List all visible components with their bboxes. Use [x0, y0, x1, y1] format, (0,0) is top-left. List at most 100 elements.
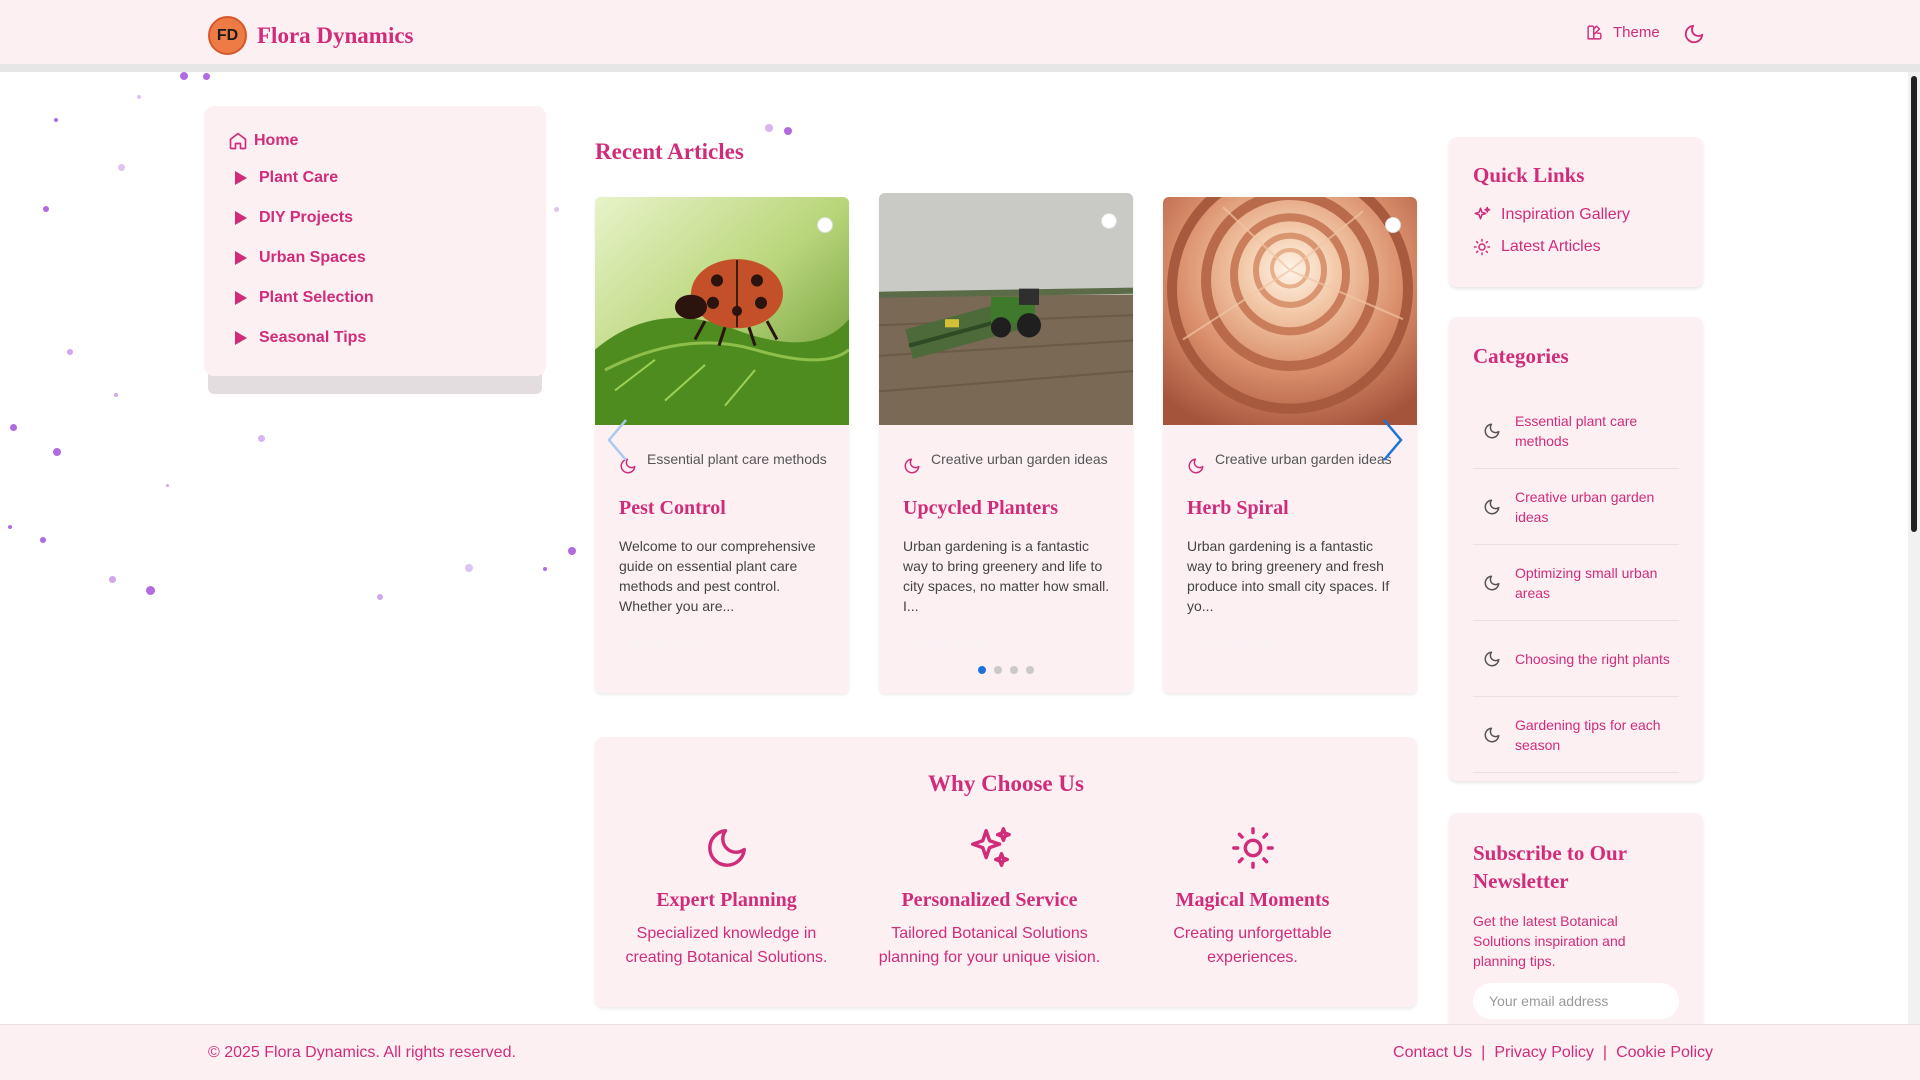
theme-button[interactable]: Theme: [1586, 24, 1660, 41]
feature-expert-planning: Expert Planning Specialized knowledge in…: [595, 825, 858, 970]
site-logo[interactable]: FD Flora Dynamics: [208, 16, 414, 55]
card-select-toggle[interactable]: [1385, 217, 1401, 233]
sparkle-dot: [543, 567, 547, 571]
read-more-button[interactable]: Read More: [619, 633, 716, 653]
moon-icon: [1484, 727, 1500, 742]
caret-right-icon: [235, 331, 247, 345]
category-item[interactable]: Essential plant care methods: [1473, 393, 1679, 469]
article-title[interactable]: Pest Control: [619, 497, 726, 520]
sparkle-dot: [258, 435, 265, 442]
articles-carousel: Essential plant care methods Pest Contro…: [595, 193, 1417, 693]
chevron-right-icon: [1383, 419, 1403, 461]
sparkle-dot: [377, 594, 383, 600]
sparkles-icon: [1474, 206, 1491, 220]
copyright-text: © 2025 Flora Dynamics. All rights reserv…: [208, 1044, 516, 1061]
sidebar-item-label: Urban Spaces: [259, 249, 366, 266]
footer-link-contact[interactable]: Contact Us: [1393, 1044, 1472, 1062]
sparkle-dot: [203, 73, 210, 80]
article-card[interactable]: Essential plant care methods Pest Contro…: [595, 197, 849, 693]
why-choose-us-section: Why Choose Us Expert Planning Specialize…: [595, 737, 1417, 1007]
feature-desc: Specialized knowledge in creating Botani…: [625, 925, 828, 966]
caret-right-icon: [235, 171, 247, 185]
category-item[interactable]: Optimizing small urban areas: [1473, 545, 1679, 621]
carousel-dot[interactable]: [978, 666, 986, 674]
read-more-button[interactable]: Read More: [1187, 633, 1284, 653]
sidebar-item-label: DIY Projects: [259, 209, 353, 226]
sidebar-item-plant-selection[interactable]: Plant Selection: [235, 278, 374, 318]
article-category-label: Creative urban garden ideas: [931, 451, 1108, 467]
sparkle-dot: [114, 393, 118, 397]
category-label: Choosing the right plants: [1515, 650, 1670, 667]
feature-title: Magical Moments: [1175, 889, 1330, 911]
card-select-toggle[interactable]: [1101, 213, 1117, 229]
article-category-label: Essential plant care methods: [647, 451, 827, 467]
feature-magical-moments: Magical Moments Creating unforgettable e…: [1121, 825, 1384, 970]
newsletter-email-input[interactable]: [1473, 983, 1679, 1019]
footer-link-privacy[interactable]: Privacy Policy: [1494, 1044, 1594, 1062]
footer-separator: |: [1602, 1044, 1608, 1061]
sparkle-dot: [118, 164, 125, 171]
footer-link-cookie[interactable]: Cookie Policy: [1616, 1044, 1713, 1062]
article-card[interactable]: Creative urban garden ideas Herb Spiral …: [1163, 197, 1417, 693]
quick-link-latest-articles[interactable]: Latest Articles: [1473, 238, 1601, 256]
moon-icon: [1484, 575, 1500, 590]
sparkle-dot: [10, 424, 17, 431]
category-item[interactable]: Gardening tips for each season: [1473, 697, 1679, 773]
newsletter-title: Subscribe to Our Newsletter: [1473, 841, 1627, 893]
site-name: Flora Dynamics: [257, 22, 414, 48]
scrollbar-thumb[interactable]: [1911, 76, 1917, 532]
sparkle-dot: [146, 586, 155, 595]
sidebar-item-home[interactable]: Home: [228, 131, 298, 151]
carousel-pagination: [978, 666, 1042, 674]
feature-personalized-service: Personalized Service Tailored Botanical …: [858, 825, 1121, 970]
sidebar-item-label: Plant Selection: [259, 289, 374, 306]
chevron-left-icon: [607, 419, 627, 461]
category-label: Optimizing small urban areas: [1515, 564, 1658, 601]
article-category-label: Creative urban garden ideas: [1215, 451, 1392, 467]
carousel-next-button[interactable]: [1382, 418, 1404, 467]
article-excerpt: Urban gardening is a fantastic way to br…: [1187, 538, 1390, 614]
carousel-dot[interactable]: [1026, 666, 1034, 674]
quick-links-card: Quick Links Inspiration Gallery Latest A…: [1449, 137, 1703, 287]
article-card[interactable]: Creative urban garden ideas Upcycled Pla…: [879, 193, 1133, 693]
category-item[interactable]: Creative urban garden ideas: [1473, 469, 1679, 545]
sidebar-item-seasonal-tips[interactable]: Seasonal Tips: [235, 318, 374, 358]
card-select-toggle[interactable]: [817, 217, 833, 233]
category-label: Gardening tips for each season: [1515, 716, 1661, 753]
feature-title: Personalized Service: [901, 889, 1078, 911]
category-item[interactable]: Choosing the right plants: [1473, 621, 1679, 697]
read-more-button[interactable]: Read More: [903, 633, 1000, 653]
sidebar-nav: Home Plant Care DIY Projects Urban Space…: [204, 106, 546, 394]
sparkle-dot: [67, 349, 73, 355]
carousel-dot[interactable]: [994, 666, 1002, 674]
page-scrollbar[interactable]: [1908, 72, 1920, 1024]
moon-icon: [707, 829, 746, 867]
quick-link-label: Latest Articles: [1501, 238, 1601, 255]
article-category: Essential plant care methods: [619, 449, 829, 475]
quick-link-inspiration-gallery[interactable]: Inspiration Gallery: [1473, 206, 1630, 224]
sidebar-item-plant-care[interactable]: Plant Care: [235, 158, 374, 198]
carousel-prev-button[interactable]: [606, 418, 628, 467]
article-excerpt: Urban gardening is a fantastic way to br…: [903, 538, 1110, 614]
sparkle-dot: [40, 537, 46, 543]
dark-mode-toggle[interactable]: [1683, 23, 1705, 50]
moon-icon: [1484, 423, 1500, 438]
article-title[interactable]: Herb Spiral: [1187, 497, 1289, 520]
sparkle-dot: [109, 576, 116, 583]
categories-title: Categories: [1473, 344, 1569, 368]
sidebar-home-label: Home: [254, 132, 299, 149]
feature-title: Expert Planning: [656, 889, 797, 911]
caret-right-icon: [235, 211, 247, 225]
footer-links: Contact Us | Privacy Policy | Cookie Pol…: [1393, 1044, 1713, 1062]
sparkle-dot: [465, 564, 473, 572]
carousel-dot[interactable]: [1010, 666, 1018, 674]
newsletter-description: Get the latest Botanical Solutions inspi…: [1473, 913, 1626, 969]
sidebar-item-urban-spaces[interactable]: Urban Spaces: [235, 238, 374, 278]
theme-label: Theme: [1613, 24, 1660, 41]
sun-icon: [1231, 827, 1274, 869]
article-category: Creative urban garden ideas: [1187, 449, 1397, 475]
article-title[interactable]: Upcycled Planters: [903, 497, 1058, 520]
moon-icon: [1484, 651, 1500, 666]
categories-card: Categories Essential plant care methods …: [1449, 317, 1703, 781]
sidebar-item-diy-projects[interactable]: DIY Projects: [235, 198, 374, 238]
